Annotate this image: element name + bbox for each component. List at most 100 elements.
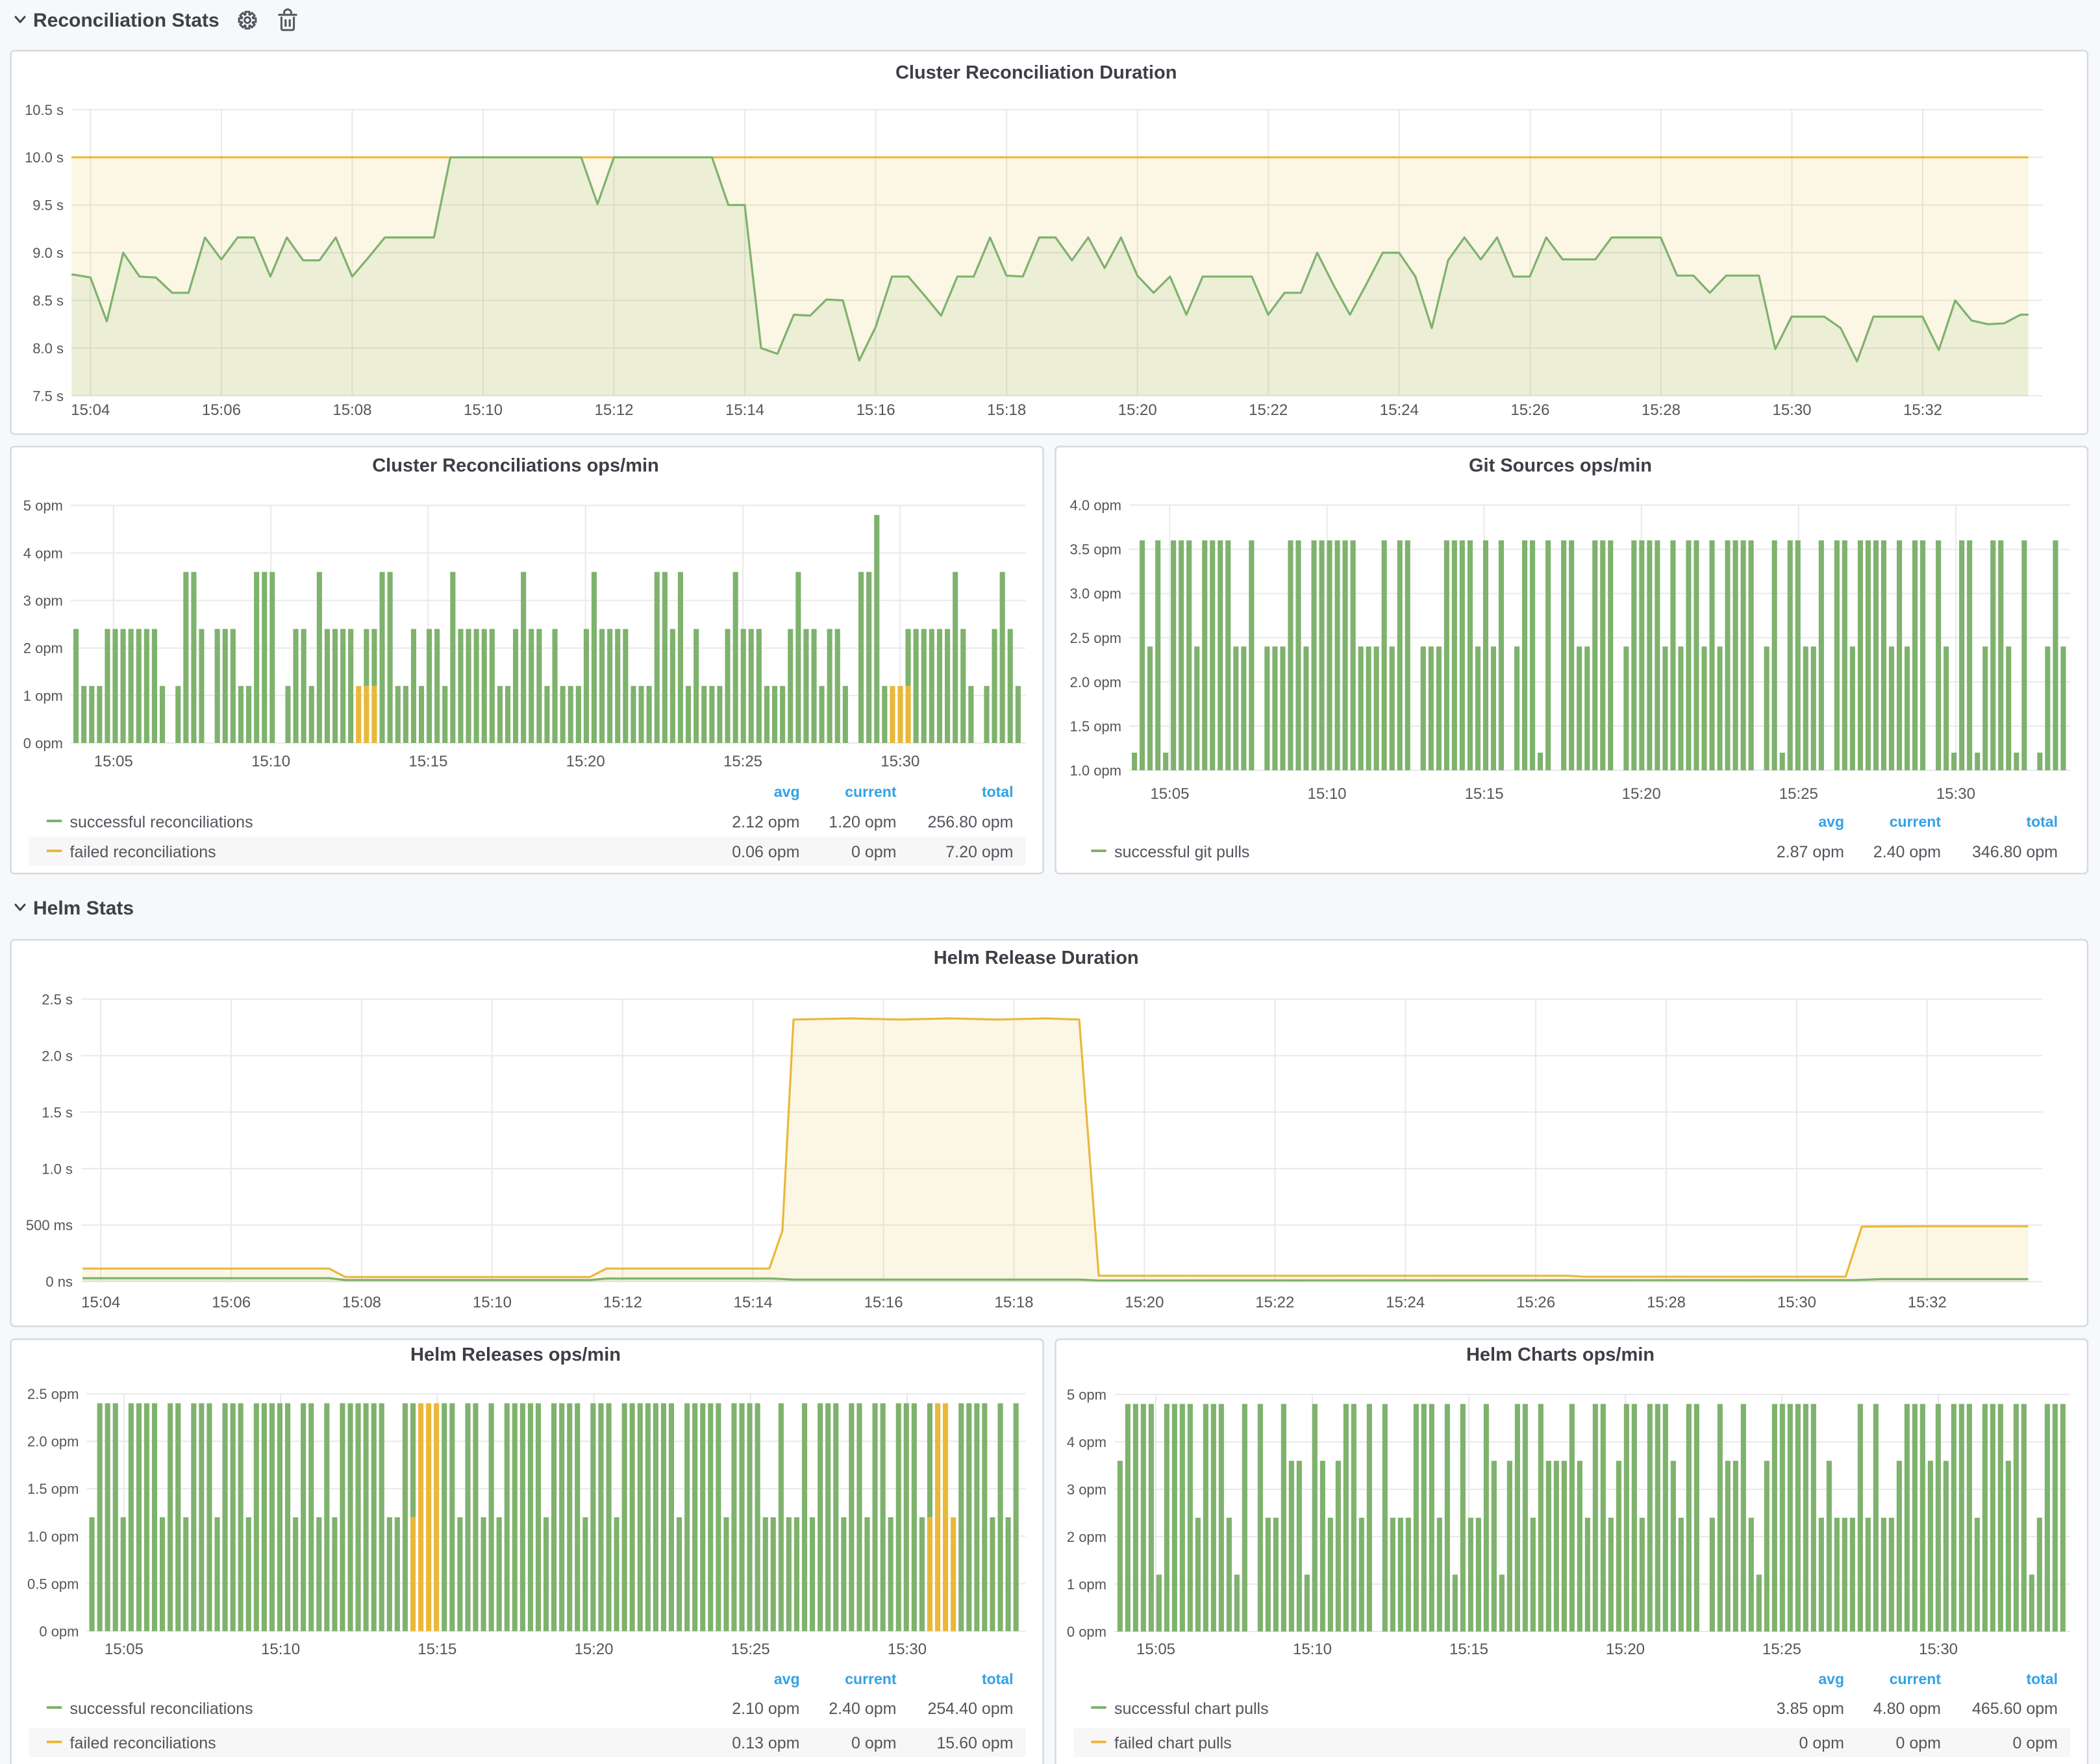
svg-text:9.0 s: 9.0 s	[32, 245, 64, 261]
svg-text:10.5 s: 10.5 s	[25, 102, 64, 118]
svg-text:15:30: 15:30	[881, 753, 919, 770]
svg-text:15:10: 15:10	[473, 1294, 512, 1311]
svg-text:4.0 opm: 4.0 opm	[1070, 498, 1122, 514]
svg-text:15:05: 15:05	[1150, 785, 1189, 803]
svg-text:15:22: 15:22	[1255, 1294, 1294, 1311]
svg-text:current: current	[1890, 813, 1942, 830]
svg-text:0 opm: 0 opm	[851, 1734, 896, 1752]
svg-text:10.0 s: 10.0 s	[25, 149, 64, 166]
svg-text:total: total	[2026, 1670, 2058, 1687]
svg-text:15:06: 15:06	[202, 401, 241, 419]
svg-text:2 opm: 2 opm	[23, 640, 63, 657]
svg-text:5 opm: 5 opm	[23, 498, 63, 514]
svg-text:4 opm: 4 opm	[1067, 1434, 1106, 1450]
svg-text:0 opm: 0 opm	[1799, 1734, 1844, 1752]
svg-text:15:24: 15:24	[1380, 401, 1419, 419]
svg-text:0.06 opm: 0.06 opm	[732, 843, 799, 861]
svg-text:15:05: 15:05	[94, 753, 133, 770]
svg-text:2.10 opm: 2.10 opm	[732, 1700, 799, 1718]
svg-text:Helm Charts ops/min: Helm Charts ops/min	[1466, 1344, 1655, 1365]
svg-text:15:32: 15:32	[1903, 401, 1942, 419]
svg-text:15:20: 15:20	[566, 753, 605, 770]
svg-text:256.80 opm: 256.80 opm	[927, 813, 1013, 831]
svg-text:15:20: 15:20	[1125, 1294, 1164, 1311]
svg-text:4 opm: 4 opm	[23, 545, 63, 561]
svg-text:failed chart pulls: failed chart pulls	[1114, 1734, 1232, 1752]
svg-text:total: total	[2026, 813, 2058, 830]
svg-text:0 ns: 0 ns	[45, 1274, 73, 1290]
svg-text:avg: avg	[774, 783, 800, 800]
svg-text:5 opm: 5 opm	[1067, 1387, 1106, 1403]
svg-text:15:25: 15:25	[1779, 785, 1818, 803]
svg-text:15:08: 15:08	[342, 1294, 381, 1311]
svg-text:15:04: 15:04	[71, 401, 110, 419]
svg-text:successful reconciliations: successful reconciliations	[70, 813, 253, 831]
svg-text:Cluster Reconciliations ops/mi: Cluster Reconciliations ops/min	[372, 455, 659, 476]
svg-text:15:10: 15:10	[251, 753, 290, 770]
svg-text:15:32: 15:32	[1908, 1294, 1947, 1311]
svg-text:1.5 opm: 1.5 opm	[27, 1481, 79, 1497]
svg-text:15:26: 15:26	[1510, 401, 1549, 419]
svg-text:Git Sources ops/min: Git Sources ops/min	[1469, 455, 1652, 476]
svg-text:0 opm: 0 opm	[39, 1624, 79, 1640]
svg-text:1.0 opm: 1.0 opm	[27, 1528, 79, 1544]
svg-text:1.5 opm: 1.5 opm	[1070, 718, 1122, 735]
svg-text:15:30: 15:30	[1936, 785, 1975, 803]
svg-text:15:15: 15:15	[1465, 785, 1504, 803]
svg-text:15:14: 15:14	[725, 401, 764, 419]
svg-text:15:10: 15:10	[1307, 785, 1346, 803]
svg-text:current: current	[845, 783, 897, 800]
svg-text:15:18: 15:18	[994, 1294, 1033, 1311]
svg-text:avg: avg	[774, 1670, 800, 1687]
svg-text:3.85 opm: 3.85 opm	[1777, 1700, 1844, 1718]
svg-text:15.60 opm: 15.60 opm	[936, 1734, 1013, 1752]
svg-text:1.0 s: 1.0 s	[42, 1161, 73, 1177]
svg-text:1.0 opm: 1.0 opm	[1070, 762, 1122, 779]
svg-text:15:30: 15:30	[888, 1641, 927, 1658]
svg-text:Helm Release Duration: Helm Release Duration	[934, 948, 1139, 968]
svg-text:successful reconciliations: successful reconciliations	[70, 1700, 253, 1718]
svg-text:2.87 opm: 2.87 opm	[1777, 843, 1844, 861]
svg-text:15:15: 15:15	[1449, 1641, 1488, 1658]
svg-text:Helm Releases ops/min: Helm Releases ops/min	[410, 1344, 621, 1365]
svg-text:8.5 s: 8.5 s	[32, 293, 64, 309]
svg-text:1.20 opm: 1.20 opm	[829, 813, 896, 831]
svg-text:2.0 opm: 2.0 opm	[1070, 674, 1122, 690]
svg-text:500 ms: 500 ms	[26, 1217, 73, 1233]
svg-text:0 opm: 0 opm	[1896, 1734, 1941, 1752]
svg-text:15:30: 15:30	[1772, 401, 1811, 419]
svg-text:15:08: 15:08	[332, 401, 371, 419]
svg-text:Reconciliation Stats: Reconciliation Stats	[33, 10, 219, 31]
svg-text:15:30: 15:30	[1919, 1641, 1958, 1658]
svg-text:15:18: 15:18	[987, 401, 1026, 419]
svg-text:avg: avg	[1818, 813, 1844, 830]
svg-text:Cluster Reconciliation Duratio: Cluster Reconciliation Duration	[895, 62, 1177, 83]
svg-text:15:06: 15:06	[212, 1294, 251, 1311]
svg-text:15:25: 15:25	[723, 753, 762, 770]
svg-text:3 opm: 3 opm	[23, 593, 63, 609]
svg-text:successful chart pulls: successful chart pulls	[1114, 1700, 1269, 1718]
svg-text:2.5 s: 2.5 s	[42, 991, 73, 1007]
svg-text:0 opm: 0 opm	[1067, 1624, 1106, 1640]
svg-text:total: total	[982, 1670, 1014, 1687]
svg-text:3 opm: 3 opm	[1067, 1481, 1106, 1498]
svg-text:successful git pulls: successful git pulls	[1114, 843, 1249, 861]
svg-text:15:28: 15:28	[1647, 1294, 1686, 1311]
svg-text:15:26: 15:26	[1516, 1294, 1555, 1311]
svg-text:15:25: 15:25	[731, 1641, 770, 1658]
svg-text:2.40 opm: 2.40 opm	[829, 1700, 896, 1718]
svg-text:Helm Stats: Helm Stats	[33, 898, 134, 919]
svg-text:0.13 opm: 0.13 opm	[732, 1734, 799, 1752]
svg-text:failed reconciliations: failed reconciliations	[70, 843, 216, 861]
svg-text:failed reconciliations: failed reconciliations	[70, 1734, 216, 1752]
svg-text:4.80 opm: 4.80 opm	[1873, 1700, 1941, 1718]
svg-text:15:20: 15:20	[1118, 401, 1157, 419]
svg-text:15:16: 15:16	[856, 401, 895, 419]
svg-text:2.0 opm: 2.0 opm	[27, 1433, 79, 1450]
svg-text:15:12: 15:12	[603, 1294, 642, 1311]
svg-text:current: current	[845, 1670, 897, 1687]
svg-text:total: total	[982, 783, 1014, 800]
svg-text:15:25: 15:25	[1762, 1641, 1801, 1658]
svg-text:2.5 opm: 2.5 opm	[27, 1386, 79, 1402]
svg-text:2.12 opm: 2.12 opm	[732, 813, 799, 831]
